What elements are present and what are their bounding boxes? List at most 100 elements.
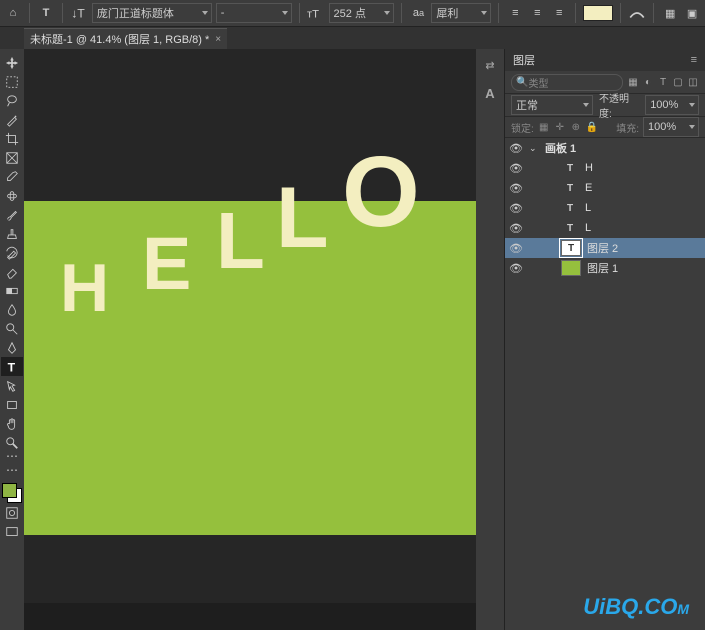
gradient-tool-icon[interactable] <box>1 281 23 300</box>
filter-shape-icon[interactable]: ▢ <box>672 76 684 88</box>
font-style-select[interactable]: - <box>216 3 292 23</box>
layer-artboard[interactable]: 👁 ⌄ 画板 1 <box>505 138 705 158</box>
filter-type-icon[interactable]: T <box>657 76 669 88</box>
warp-text-icon[interactable] <box>628 4 646 22</box>
color-swatches[interactable] <box>2 483 22 503</box>
layers-panel: 图层 ≡ 🔍 类型 ▦ ◐ T ▢ ◫ 正常 不透明度: 100% 锁定: ▦ … <box>504 49 705 630</box>
eyedropper-tool-icon[interactable] <box>1 167 23 186</box>
opacity-select[interactable]: 100% <box>645 95 699 115</box>
visibility-icon[interactable]: 👁 <box>509 161 523 175</box>
canvas-letter-o[interactable]: O <box>342 135 420 250</box>
hand-tool-icon[interactable] <box>1 414 23 433</box>
path-select-tool-icon[interactable] <box>1 376 23 395</box>
visibility-icon[interactable]: 👁 <box>509 241 523 255</box>
type-thumb-icon: T <box>561 240 581 256</box>
foreground-color-swatch[interactable] <box>2 483 17 498</box>
layer-image[interactable]: 👁 图层 1 <box>505 258 705 278</box>
visibility-icon[interactable]: 👁 <box>509 181 523 195</box>
filter-pixel-icon[interactable]: ▦ <box>627 76 639 88</box>
toolbox-divider: ⋯ <box>1 452 23 460</box>
filter-smart-icon[interactable]: ◫ <box>687 76 699 88</box>
quickmask-icon[interactable] <box>1 503 23 522</box>
antialias-select[interactable]: 犀利 <box>431 3 491 23</box>
eraser-tool-icon[interactable] <box>1 262 23 281</box>
visibility-icon[interactable]: 👁 <box>509 221 523 235</box>
type-thumb-icon: T <box>561 201 579 215</box>
layer-name: L <box>585 222 701 234</box>
history-brush-tool-icon[interactable] <box>1 243 23 262</box>
lock-position-icon[interactable]: ✛ <box>554 121 566 133</box>
character-panel-icon[interactable]: ▦ <box>661 4 679 22</box>
type-thumb-icon: T <box>561 221 579 235</box>
align-right-icon[interactable]: ≡ <box>550 4 568 22</box>
move-tool-icon[interactable] <box>1 53 23 72</box>
pen-tool-icon[interactable] <box>1 338 23 357</box>
tool-preset-type-icon[interactable]: T <box>37 4 55 22</box>
crop-tool-icon[interactable] <box>1 129 23 148</box>
layers-panel-tab[interactable]: 图层 ≡ <box>505 49 705 71</box>
frame-tool-icon[interactable] <box>1 148 23 167</box>
dodge-tool-icon[interactable] <box>1 319 23 338</box>
rectangle-tool-icon[interactable] <box>1 395 23 414</box>
magic-wand-tool-icon[interactable] <box>1 110 23 129</box>
layer-name: H <box>585 162 701 174</box>
twirl-icon[interactable]: ⌄ <box>529 143 539 154</box>
lock-pixels-icon[interactable]: ▦ <box>538 121 550 133</box>
antialias-value: 犀利 <box>436 5 458 21</box>
lock-label: 锁定: <box>511 120 534 135</box>
layer-blend-row: 正常 不透明度: 100% <box>505 94 705 117</box>
layer-filter-search[interactable]: 🔍 类型 <box>511 74 623 91</box>
align-left-icon[interactable]: ≡ <box>506 4 524 22</box>
healing-tool-icon[interactable] <box>1 186 23 205</box>
close-icon[interactable]: × <box>215 34 221 45</box>
home-icon[interactable]: ⌂ <box>4 4 22 22</box>
visibility-icon[interactable]: 👁 <box>509 261 523 275</box>
text-orientation-icon[interactable]: ↓T <box>70 4 88 22</box>
visibility-icon[interactable]: 👁 <box>509 141 523 155</box>
screenmode-icon[interactable] <box>1 522 23 541</box>
canvas-area[interactable]: H E L L O <box>24 49 476 630</box>
lasso-tool-icon[interactable] <box>1 91 23 110</box>
canvas-letter-h[interactable]: H <box>60 249 109 327</box>
font-size-select[interactable]: 252 点 <box>329 3 395 23</box>
paragraph-panel-icon[interactable]: A <box>479 83 501 103</box>
panel-menu-icon[interactable]: ≡ <box>691 54 697 66</box>
expand-panels-icon[interactable]: ⇄ <box>479 55 501 75</box>
layer-name: 图层 1 <box>587 260 701 276</box>
layer-list: 👁 ⌄ 画板 1 👁 T H 👁 T E 👁 T L <box>505 138 705 630</box>
fill-value: 100% <box>648 121 676 133</box>
opacity-label: 不透明度: <box>599 90 639 120</box>
document-tab-bar: 未标题-1 @ 41.4% (图层 1, RGB/8) * × <box>0 27 705 49</box>
visibility-icon[interactable]: 👁 <box>509 201 523 215</box>
marquee-tool-icon[interactable] <box>1 72 23 91</box>
lock-all-icon[interactable]: 🔒 <box>586 121 598 133</box>
layer-type-h[interactable]: 👁 T H <box>505 158 705 178</box>
document-tab[interactable]: 未标题-1 @ 41.4% (图层 1, RGB/8) * × <box>24 28 227 49</box>
align-center-icon[interactable]: ≡ <box>528 4 546 22</box>
blend-mode-value: 正常 <box>516 97 538 113</box>
blend-mode-select[interactable]: 正常 <box>511 95 593 115</box>
svg-text:↓T: ↓T <box>71 6 85 20</box>
brush-tool-icon[interactable] <box>1 205 23 224</box>
layer-type-l1[interactable]: 👁 T L <box>505 198 705 218</box>
fill-select[interactable]: 100% <box>643 117 699 137</box>
filter-adjust-icon[interactable]: ◐ <box>642 76 654 88</box>
font-family-select[interactable]: 庞门正道标题体 <box>92 3 212 23</box>
lock-artboard-icon[interactable]: ⊕ <box>570 121 582 133</box>
layer-name: L <box>585 202 701 214</box>
type-thumb-icon: T <box>561 161 579 175</box>
canvas-letter-l1[interactable]: L <box>216 195 265 287</box>
layer-type-l2[interactable]: 👁 T L <box>505 218 705 238</box>
canvas-letter-e[interactable]: E <box>142 221 191 306</box>
blur-tool-icon[interactable] <box>1 300 23 319</box>
3d-icon[interactable]: ▣ <box>683 4 701 22</box>
text-color-swatch[interactable] <box>583 5 613 21</box>
layer-type-selected[interactable]: 👁 T 图层 2 <box>505 238 705 258</box>
layer-lock-row: 锁定: ▦ ✛ ⊕ 🔒 填充: 100% <box>505 117 705 138</box>
edit-toolbar-icon[interactable]: ⋯ <box>1 460 23 479</box>
layer-type-e[interactable]: 👁 T E <box>505 178 705 198</box>
svg-text:T: T <box>8 360 16 374</box>
type-tool-icon[interactable]: T <box>1 357 23 376</box>
canvas-letter-l2[interactable]: L <box>276 169 329 268</box>
clone-stamp-tool-icon[interactable] <box>1 224 23 243</box>
